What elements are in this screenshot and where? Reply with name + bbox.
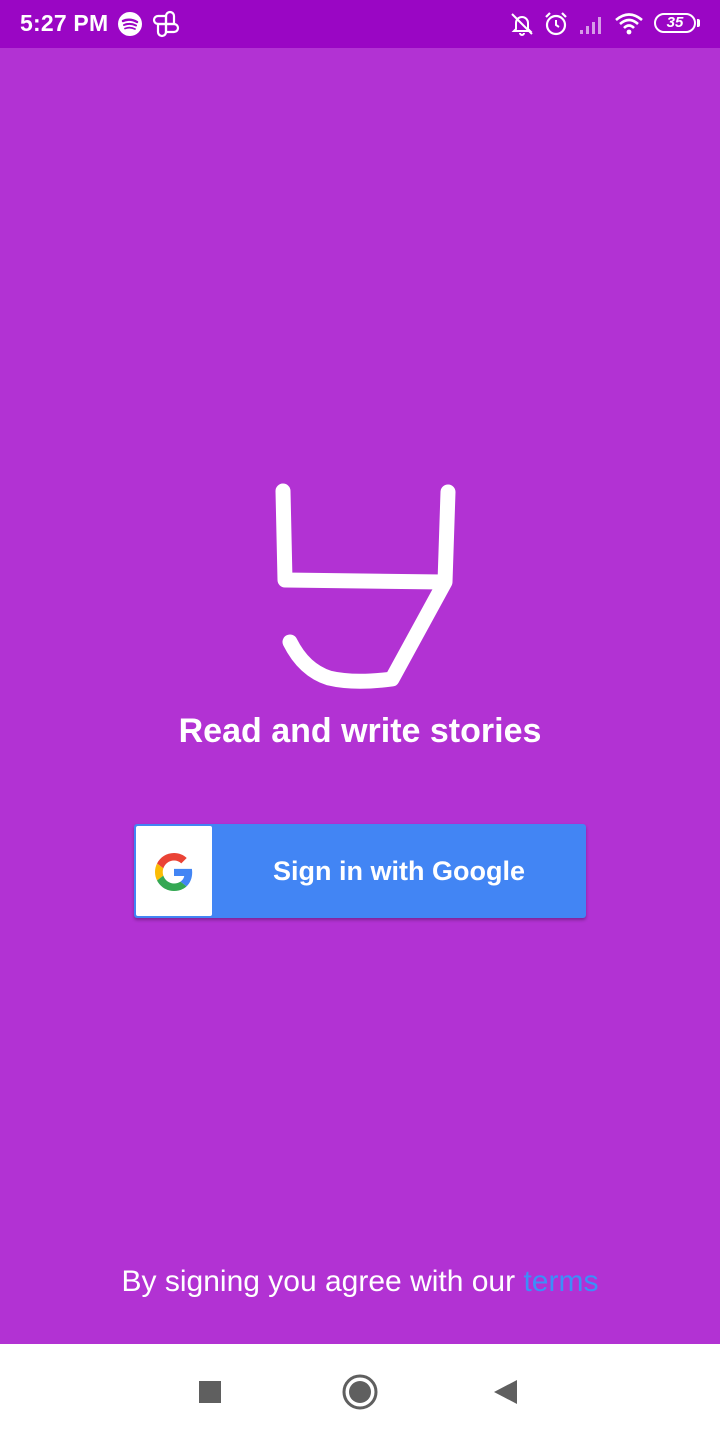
google-g-icon [155, 853, 193, 891]
login-screen: 5:27 PM 35 Read and write stories Sign i… [0, 0, 720, 1440]
terms-prefix-text: By signing you agree with our [121, 1265, 524, 1298]
system-nav-bar [0, 1344, 720, 1440]
battery-tip [697, 19, 700, 27]
alarm-icon [542, 10, 570, 38]
home-circle-icon[interactable] [340, 1372, 380, 1412]
battery-icon: 35 [654, 13, 696, 33]
recents-square-icon[interactable] [190, 1372, 230, 1412]
app-tagline: Read and write stories [178, 712, 542, 750]
google-sign-in-label: Sign in with Google [273, 856, 525, 886]
wifi-icon [614, 10, 643, 38]
terms-link[interactable]: terms [523, 1265, 598, 1298]
status-bar: 5:27 PM 35 [0, 0, 720, 48]
mute-bell-icon [508, 10, 536, 38]
google-sign-in-button[interactable]: Sign in with Google [134, 824, 586, 918]
back-triangle-icon[interactable] [486, 1372, 526, 1412]
app-logo-icon [264, 476, 464, 696]
pinwheel-icon [152, 10, 180, 38]
status-time: 5:27 PM [20, 10, 109, 36]
spotify-icon [116, 10, 144, 38]
google-logo-box [136, 826, 212, 916]
signal-icon [578, 10, 606, 38]
terms-notice: By signing you agree with our terms [0, 1265, 720, 1299]
